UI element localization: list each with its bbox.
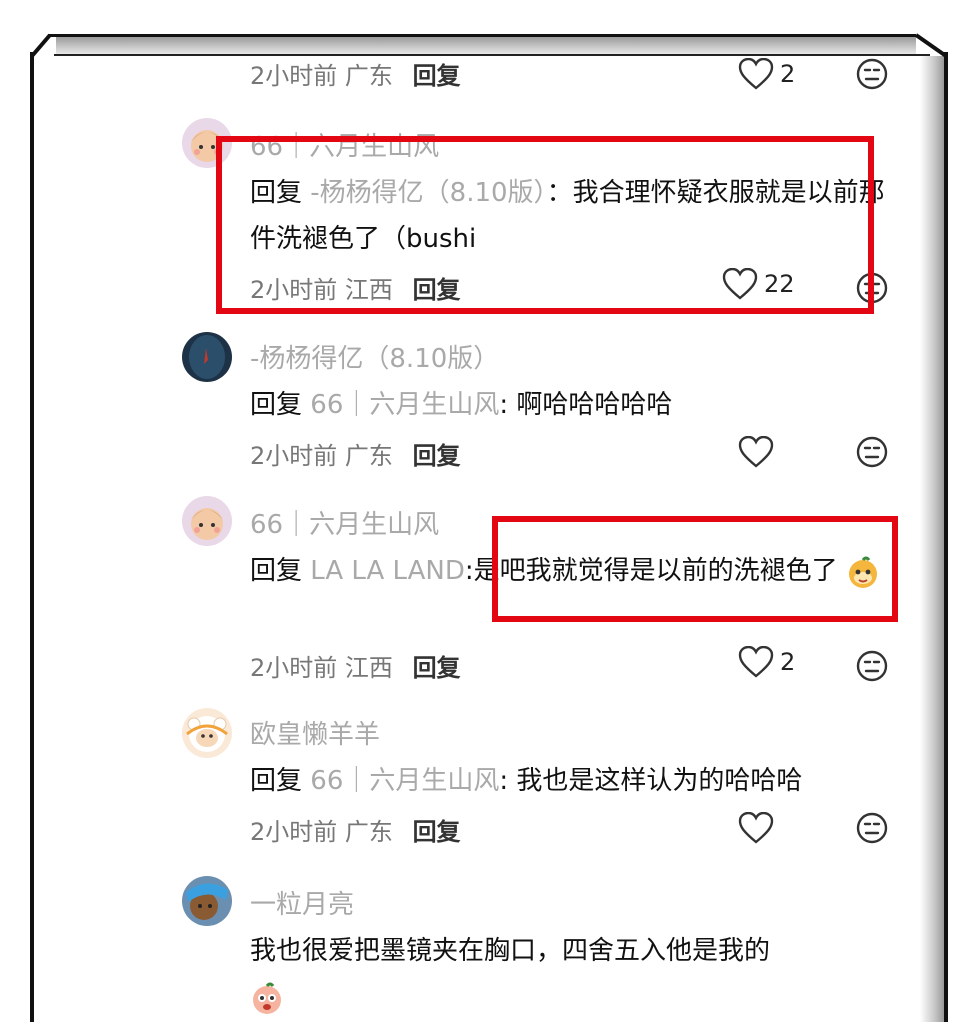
avatar-baby-image (182, 496, 232, 546)
comment-author[interactable]: 欧皇懒羊羊 (250, 714, 380, 751)
comment-author[interactable]: 一粒月亮 (250, 884, 354, 921)
comment-time: 2小时前 (250, 442, 338, 470)
comment-time: 2小时前 (250, 654, 338, 682)
like-button[interactable] (738, 812, 780, 844)
frame-shade-right (920, 56, 944, 1022)
avatar[interactable] (182, 876, 232, 926)
comment-time: 2小时前 (250, 818, 338, 846)
comment-meta: 2小时前 广东 回复 (250, 436, 461, 471)
reply-button[interactable]: 回复 (413, 818, 461, 846)
like-button[interactable]: 2 (738, 58, 795, 90)
avatar[interactable] (182, 332, 232, 382)
comment-location: 广东 (344, 62, 393, 90)
dislike-face-icon[interactable] (856, 436, 888, 468)
dislike-face-icon[interactable] (856, 812, 888, 844)
like-count: 2 (780, 60, 796, 88)
like-count: 2 (780, 648, 796, 676)
comment-meta: 2小时前 广东 回复 (250, 56, 461, 91)
heart-icon (738, 646, 774, 678)
comment-content: : 啊哈哈哈哈哈 (499, 390, 673, 420)
reply-target[interactable]: LA LA LAND (310, 556, 465, 586)
highlight-box (492, 516, 898, 622)
reply-prefix: 回复 (250, 556, 303, 586)
frame-border-left (30, 52, 34, 1022)
comment-time: 2小时前 (250, 62, 338, 90)
reply-prefix: 回复 (250, 390, 303, 420)
comment-list: 2小时前 广东 回复 2 66｜六月生山风 回复 -杨杨得亿（8.10版）：我合… (36, 56, 920, 1022)
frame-border-top (48, 34, 916, 37)
comment-meta: 2小时前 广东 回复 (250, 812, 461, 847)
dislike-face-icon[interactable] (856, 58, 888, 90)
avatar[interactable] (182, 496, 232, 546)
frame-corner-left (30, 33, 52, 58)
comment-text: 回复 66｜六月生山风: 啊哈哈哈哈哈 (250, 382, 910, 428)
comment-author[interactable]: -杨杨得亿（8.10版） (250, 338, 499, 375)
comment-location: 广东 (344, 442, 393, 470)
avatar-photo-image (182, 876, 232, 926)
comment-text: 我也很爱把墨镜夹在胸口，四舍五入他是我的 (250, 928, 910, 1020)
heart-icon (738, 812, 774, 844)
comment-meta: 2小时前 江西 回复 (250, 648, 461, 683)
heart-icon (738, 58, 774, 90)
like-button[interactable] (738, 436, 780, 468)
comment-location: 广东 (344, 818, 393, 846)
frame-border-right (944, 52, 948, 1022)
comment-content: : 我也是这样认为的哈哈哈 (499, 766, 803, 796)
reply-target[interactable]: 66｜六月生山风 (310, 766, 499, 796)
reply-button[interactable]: 回复 (413, 62, 461, 90)
avatar-sheep-image (182, 708, 232, 758)
emoji-sticker (253, 982, 281, 1014)
like-button[interactable]: 2 (738, 646, 795, 678)
reply-button[interactable]: 回复 (413, 654, 461, 682)
reply-button[interactable]: 回复 (413, 442, 461, 470)
comment-location: 江西 (344, 654, 393, 682)
frame-shade-top (56, 37, 916, 54)
dislike-face-icon[interactable] (856, 650, 888, 682)
reply-target[interactable]: 66｜六月生山风 (310, 390, 499, 420)
frame-corner-right (914, 33, 948, 58)
comment-author[interactable]: 66｜六月生山风 (250, 504, 439, 541)
comment-content: 我也很爱把墨镜夹在胸口，四舍五入他是我的 (250, 936, 771, 966)
heart-icon (738, 436, 774, 468)
highlight-box (216, 136, 874, 314)
comment-text: 回复 66｜六月生山风: 我也是这样认为的哈哈哈 (250, 758, 910, 804)
reply-prefix: 回复 (250, 766, 303, 796)
avatar-dark-image (182, 332, 232, 382)
avatar[interactable] (182, 708, 232, 758)
